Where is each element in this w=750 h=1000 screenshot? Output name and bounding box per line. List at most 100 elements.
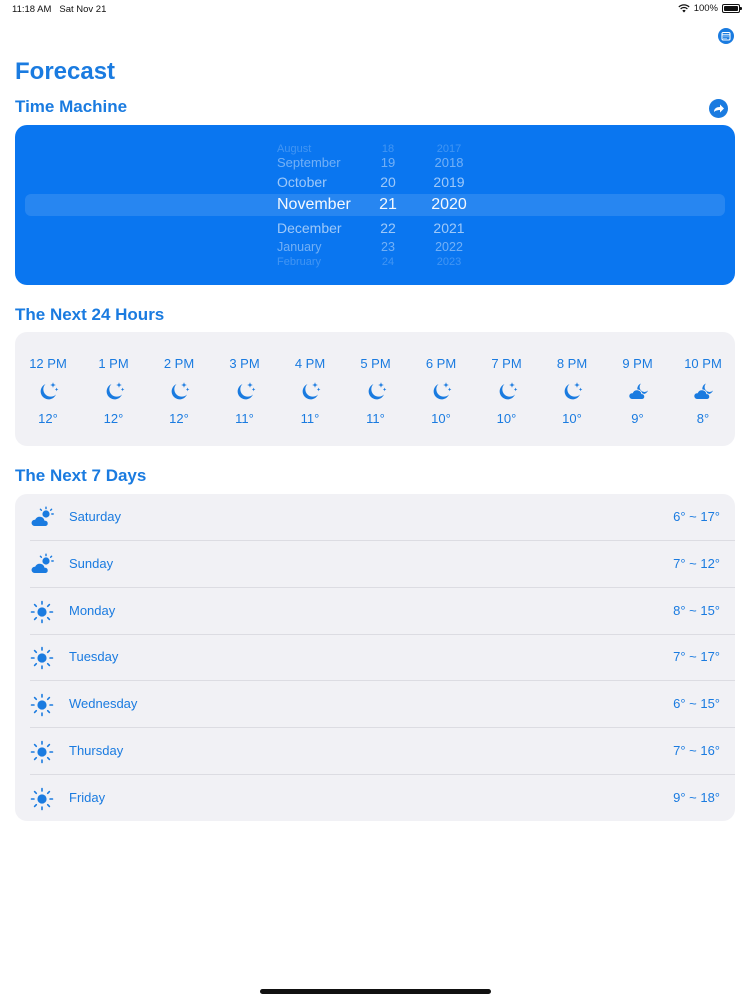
picker-year[interactable]: 2021 bbox=[423, 220, 475, 236]
picker-row-selected[interactable]: November 21 2020 bbox=[15, 196, 735, 216]
picker-day[interactable]: 22 bbox=[370, 220, 406, 236]
picker-day-selected[interactable]: 21 bbox=[370, 196, 406, 214]
day-name: Wednesday bbox=[69, 696, 138, 712]
hour-time: 6 PM bbox=[425, 356, 457, 371]
day-row[interactable]: Sunday 7° ~ 12° bbox=[15, 541, 735, 588]
cloud-moon-icon bbox=[626, 380, 650, 404]
hour-temperature: 11° bbox=[366, 411, 385, 426]
wifi-icon bbox=[678, 4, 690, 13]
picker-year[interactable]: 2022 bbox=[423, 240, 475, 254]
day-row[interactable]: Monday 8° ~ 15° bbox=[15, 588, 735, 635]
hour-temperature: 9° bbox=[631, 411, 644, 426]
hourly-forecast-card[interactable]: 12 PM 12° 1 PM 12° 2 PM 12° 3 PM 11° 4 PM 11° 5 PM… bbox=[15, 332, 735, 446]
picker-day[interactable]: 19 bbox=[370, 155, 406, 170]
status-indicators: 100% bbox=[678, 3, 742, 14]
share-arrow-icon bbox=[714, 104, 724, 113]
day-name: Saturday bbox=[69, 509, 122, 524]
hour-time: 5 PM bbox=[360, 356, 391, 371]
moon-stars-icon bbox=[233, 380, 257, 404]
moon-stars-icon bbox=[167, 380, 191, 404]
hour-item[interactable]: 8 PM 10° bbox=[539, 332, 605, 446]
status-date: Sat Nov 21 bbox=[59, 4, 107, 15]
moon-stars-icon bbox=[429, 380, 453, 404]
hour-item[interactable]: 5 PM 11° bbox=[343, 332, 409, 446]
picker-year[interactable]: 2018 bbox=[423, 155, 475, 170]
day-row[interactable]: Thursday 7° ~ 16° bbox=[15, 728, 735, 775]
moon-stars-icon bbox=[364, 380, 388, 404]
hour-item[interactable]: 7 PM 10° bbox=[474, 332, 540, 446]
cloud-sun-icon bbox=[29, 552, 55, 578]
hour-temperature: 8° bbox=[696, 411, 710, 426]
picker-row[interactable]: October 20 2019 bbox=[15, 174, 735, 194]
status-time: 11:18 AM bbox=[12, 4, 52, 15]
day-name: Tuesday bbox=[69, 649, 119, 665]
day-row[interactable]: Saturday 6° ~ 17° bbox=[15, 494, 735, 541]
share-button[interactable] bbox=[709, 99, 728, 118]
moon-stars-icon bbox=[560, 380, 584, 404]
hour-item[interactable]: 3 PM 11° bbox=[212, 332, 278, 446]
picker-year[interactable]: 2017 bbox=[423, 143, 475, 155]
daily-title: The Next 7 Days bbox=[15, 466, 147, 485]
hour-item[interactable]: 2 PM 12° bbox=[146, 332, 212, 446]
temperature-range: 9° ~ 18° bbox=[673, 789, 720, 805]
picker-day[interactable]: 24 bbox=[370, 256, 406, 268]
picker-year[interactable]: 2019 bbox=[423, 174, 475, 190]
hour-item[interactable]: 9 PM 9° bbox=[605, 332, 671, 446]
hour-time: 9 PM bbox=[622, 356, 653, 371]
picker-day[interactable]: 18 bbox=[370, 143, 406, 155]
cloud-sun-icon bbox=[29, 505, 55, 531]
hour-item[interactable]: 12 PM 12° bbox=[15, 332, 81, 446]
moon-stars-icon bbox=[36, 380, 60, 404]
temperature-range: 7° ~ 12° bbox=[673, 555, 720, 571]
temperature-range: 8° ~ 15° bbox=[673, 602, 720, 618]
date-picker[interactable]: August 18 2017 September 19 2018 October… bbox=[15, 125, 735, 285]
hour-time: 10 PM bbox=[684, 356, 722, 371]
temperature-range: 7° ~ 17° bbox=[673, 649, 720, 665]
time-machine-title: Time Machine bbox=[15, 97, 128, 116]
hour-item[interactable]: 1 PM 12° bbox=[81, 332, 147, 446]
picker-row[interactable]: September 19 2018 bbox=[15, 155, 735, 175]
hour-temperature: 12° bbox=[103, 411, 124, 426]
hour-temperature: 10° bbox=[562, 411, 582, 426]
home-indicator[interactable] bbox=[260, 989, 491, 994]
hour-item[interactable]: 4 PM 11° bbox=[277, 332, 343, 446]
hour-time: 2 PM bbox=[163, 356, 195, 371]
hour-item[interactable]: 10 PM 8° bbox=[670, 332, 736, 446]
battery-icon bbox=[722, 4, 742, 13]
picker-day[interactable]: 20 bbox=[370, 174, 406, 190]
day-row[interactable]: Friday 9° ~ 18° bbox=[15, 775, 735, 822]
sun-icon bbox=[29, 599, 55, 625]
day-name: Sunday bbox=[69, 555, 114, 571]
hour-temperature: 10° bbox=[496, 411, 517, 426]
hour-time: 4 PM bbox=[294, 356, 326, 371]
status-bar: 11:18 AM Sat Nov 21 100% bbox=[0, 0, 750, 20]
sun-icon bbox=[29, 692, 55, 718]
hour-temperature: 12° bbox=[169, 411, 189, 426]
picker-row[interactable]: December 22 2021 bbox=[15, 220, 735, 240]
day-row[interactable]: Tuesday 7° ~ 17° bbox=[15, 634, 735, 682]
calendar-icon bbox=[721, 31, 731, 41]
hour-time: 12 PM bbox=[29, 356, 67, 371]
picker-day[interactable]: 23 bbox=[370, 240, 406, 254]
picker-year[interactable]: 2023 bbox=[423, 256, 475, 268]
hour-temperature: 11° bbox=[235, 411, 254, 426]
hour-temperature: 12° bbox=[38, 411, 58, 426]
hour-temperature: 10° bbox=[431, 411, 451, 426]
status-time-date: 11:18 AM Sat Nov 21 bbox=[12, 4, 106, 15]
daily-forecast-card: Saturday 6° ~ 17° Sunday 7° ~ 12° Monday 8° ~… bbox=[15, 494, 735, 821]
hour-time: 8 PM bbox=[556, 356, 588, 371]
temperature-range: 6° ~ 17° bbox=[673, 509, 720, 524]
day-row[interactable]: Wednesday 6° ~ 15° bbox=[15, 681, 735, 729]
cloud-moon-icon bbox=[691, 380, 715, 404]
sun-icon bbox=[29, 739, 55, 765]
hour-time: 1 PM bbox=[98, 356, 129, 371]
hourly-title: The Next 24 Hours bbox=[15, 305, 165, 324]
battery-percent: 100% bbox=[693, 3, 718, 14]
picker-row[interactable]: February 24 2023 bbox=[15, 256, 735, 276]
sun-icon bbox=[29, 786, 55, 812]
moon-stars-icon bbox=[495, 380, 519, 404]
calendar-button[interactable] bbox=[718, 28, 734, 44]
picker-year-selected[interactable]: 2020 bbox=[423, 196, 475, 214]
hour-temperature: 11° bbox=[300, 411, 320, 426]
hour-item[interactable]: 6 PM 10° bbox=[408, 332, 474, 446]
